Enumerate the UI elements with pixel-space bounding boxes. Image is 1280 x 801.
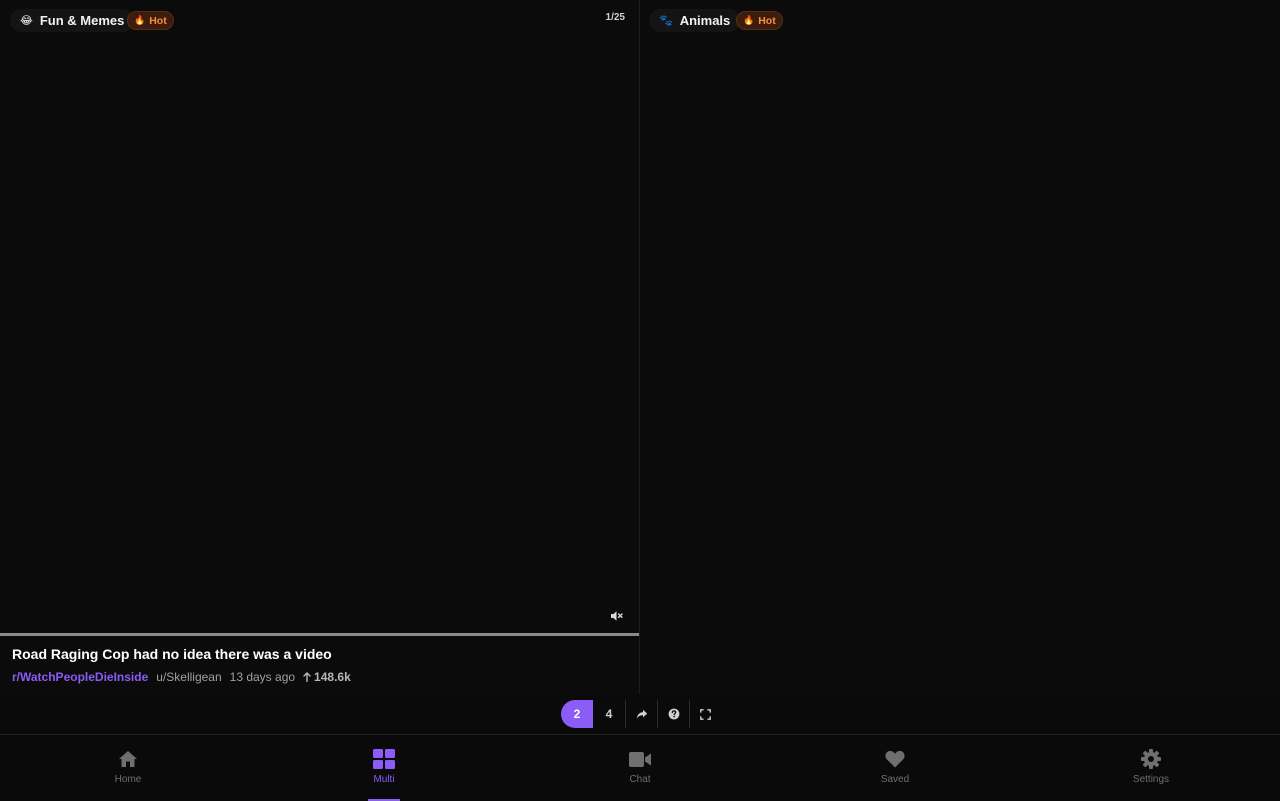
- sort-hot-badge[interactable]: 🔥 Hot: [127, 11, 174, 30]
- nav-chat[interactable]: Chat: [600, 735, 680, 801]
- score-value: 148.6k: [314, 670, 351, 684]
- bottom-navigation: Home Multi Chat Saved Settings: [0, 734, 1280, 801]
- sort-label: Hot: [758, 14, 776, 27]
- fullscreen-icon: [700, 708, 711, 720]
- help-button[interactable]: [657, 700, 689, 728]
- mute-button[interactable]: [607, 606, 627, 626]
- video-progress-bar[interactable]: [0, 633, 639, 636]
- muted-speaker-icon: [611, 611, 623, 621]
- post-title[interactable]: Road Raging Cop had no idea there was a …: [12, 646, 332, 662]
- nav-saved[interactable]: Saved: [855, 735, 935, 801]
- laughing-emoji-icon: 😂: [20, 15, 33, 27]
- layout-2-button[interactable]: 2: [561, 700, 593, 728]
- nav-label: Settings: [1132, 774, 1170, 785]
- post-score: 148.6k: [303, 670, 351, 684]
- post-meta: r/WatchPeopleDieInside u/Skelligean 13 d…: [12, 670, 351, 684]
- video-progress-fill: [0, 633, 639, 636]
- gear-icon: [1141, 749, 1161, 769]
- paw-prints-emoji-icon: 🐾: [659, 15, 673, 27]
- nav-label: Chat: [629, 774, 651, 785]
- feed-selector-animals[interactable]: 🐾 Animals: [649, 9, 741, 32]
- nav-label: Saved: [880, 774, 910, 785]
- video-camera-icon: [629, 749, 651, 769]
- arrow-up-icon: [303, 672, 311, 682]
- author-link[interactable]: u/Skelligean: [156, 670, 221, 684]
- nav-multi[interactable]: Multi: [344, 735, 424, 801]
- subreddit-link[interactable]: r/WatchPeopleDieInside: [12, 670, 148, 684]
- feed-selector-fun-memes[interactable]: 😂 Fun & Memes: [10, 9, 135, 32]
- nav-label: Home: [114, 774, 142, 785]
- share-arrow-icon: [636, 709, 647, 719]
- sort-label: Hot: [149, 14, 167, 27]
- fullscreen-button[interactable]: [689, 700, 721, 728]
- feed-name: Fun & Memes: [39, 13, 125, 28]
- flame-icon: 🔥: [743, 15, 755, 25]
- heart-icon: [885, 749, 905, 769]
- post-counter: 1/25: [605, 12, 625, 23]
- layout-control-bar: 2 4: [561, 700, 721, 728]
- nav-label: Multi: [373, 774, 395, 785]
- left-feed-pane[interactable]: 😂 Fun & Memes 🔥 Hot 1/25 Road Raging Cop…: [0, 0, 639, 694]
- nav-settings[interactable]: Settings: [1111, 735, 1191, 801]
- grid-icon: [373, 749, 395, 769]
- layout-4-button[interactable]: 4: [593, 700, 625, 728]
- post-age: 13 days ago: [229, 670, 296, 684]
- flame-icon: 🔥: [134, 15, 146, 25]
- share-button[interactable]: [625, 700, 657, 728]
- question-circle-icon: [668, 708, 679, 720]
- right-feed-pane[interactable]: 🐾 Animals 🔥 Hot: [640, 0, 1280, 694]
- sort-hot-badge[interactable]: 🔥 Hot: [736, 11, 783, 30]
- nav-home[interactable]: Home: [88, 735, 168, 801]
- feed-name: Animals: [679, 13, 731, 28]
- home-icon: [118, 749, 138, 769]
